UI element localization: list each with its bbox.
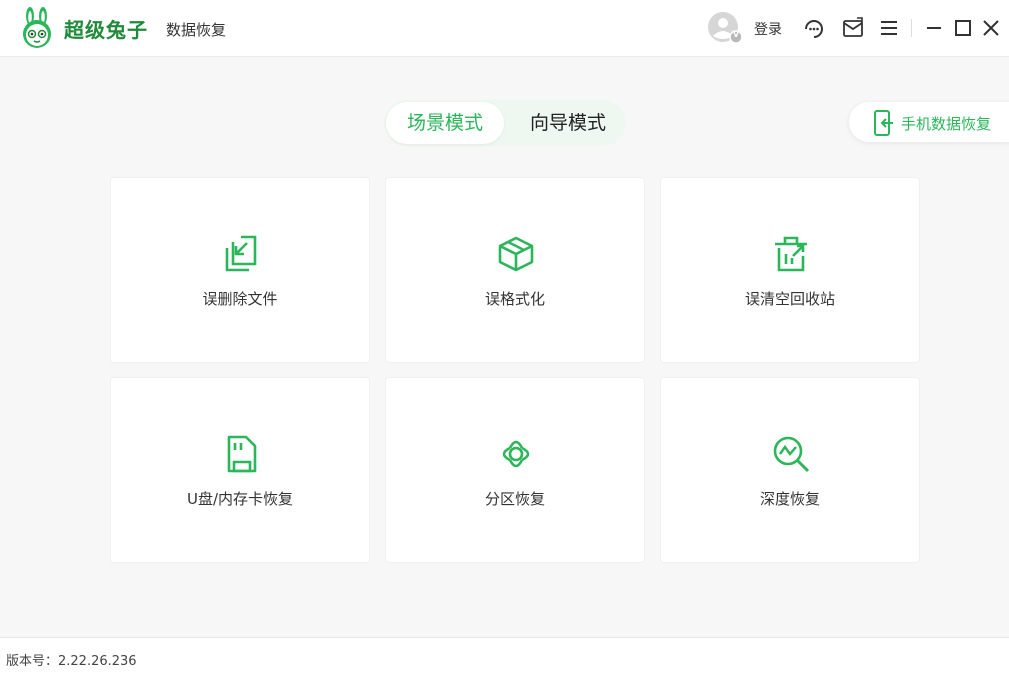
login-link[interactable]: 登录 <box>754 19 782 39</box>
card-label: 误格式化 <box>484 290 545 308</box>
partition-icon <box>502 440 530 468</box>
rabbit-logo-icon <box>23 7 51 48</box>
minimize-icon[interactable] <box>922 16 946 40</box>
file-restore-icon <box>225 235 257 272</box>
card-label: 误删除文件 <box>202 290 278 308</box>
app-subtitle: 数据恢复 <box>166 21 227 39</box>
card-label: 深度恢复 <box>759 490 820 508</box>
phone-transfer-icon <box>874 110 893 136</box>
menu-icon[interactable] <box>877 16 901 40</box>
card-label: 误清空回收站 <box>744 290 835 308</box>
mode-switch: 场景模式 向导模式 <box>384 100 626 146</box>
app-brand: 超级兔子 <box>64 18 148 42</box>
box-icon <box>498 236 534 272</box>
titlebar-divider <box>911 19 912 37</box>
card-usb-sd-recovery[interactable]: U盘/内存卡恢复 <box>110 377 370 563</box>
card-format-recovery[interactable]: 误格式化 <box>385 177 645 363</box>
phone-recovery-label: 手机数据恢复 <box>901 115 992 133</box>
title-bar: 超级兔子 数据恢复 V 登录 <box>0 0 1009 57</box>
maximize-icon[interactable] <box>951 16 975 40</box>
card-partition-recovery[interactable]: 分区恢复 <box>385 377 645 563</box>
recycle-bin-icon <box>775 236 807 272</box>
deep-scan-icon <box>773 436 810 473</box>
card-deep-recovery[interactable]: 深度恢复 <box>660 377 920 563</box>
status-bar: 版本号：2.22.26.236 <box>0 637 1009 674</box>
card-deleted-files[interactable]: 误删除文件 <box>110 177 370 363</box>
card-recycle-bin[interactable]: 误清空回收站 <box>660 177 920 363</box>
avatar-badge: V <box>732 30 740 39</box>
phone-recovery-button[interactable]: 手机数据恢复 <box>849 102 1009 142</box>
tab-wizard-mode[interactable]: 向导模式 <box>512 102 624 144</box>
close-icon[interactable] <box>979 16 1003 40</box>
avatar[interactable] <box>708 12 742 44</box>
tab-scene-mode[interactable]: 场景模式 <box>386 102 504 144</box>
card-label: 分区恢复 <box>484 490 545 508</box>
message-icon[interactable] <box>841 16 865 40</box>
version-text: 版本号：2.22.26.236 <box>6 654 137 669</box>
card-label: U盘/内存卡恢复 <box>186 490 294 508</box>
customer-service-icon[interactable] <box>802 16 826 40</box>
sd-card-icon <box>227 435 257 473</box>
